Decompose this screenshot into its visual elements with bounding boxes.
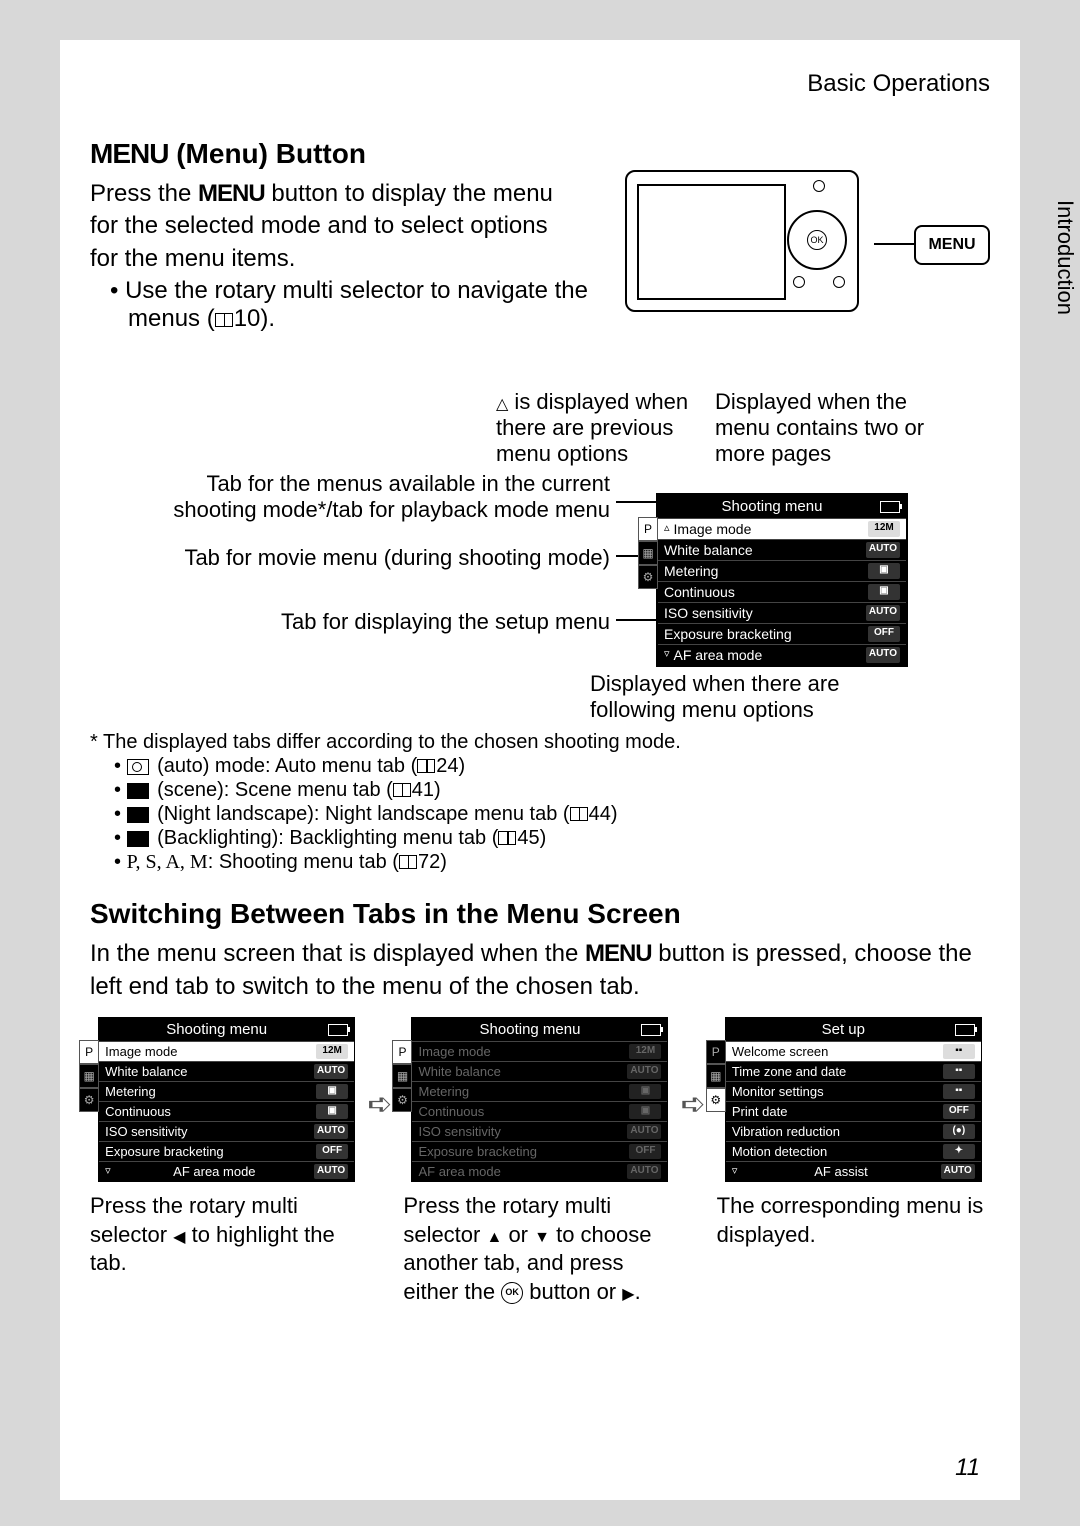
camera-mode-icon — [127, 759, 149, 775]
step-1: P ▦ ⚙ Shooting menu Image mode12M White … — [90, 1017, 363, 1278]
book-icon — [215, 313, 233, 327]
menu-tab-setup: ⚙ — [638, 565, 658, 589]
menu-row: ▵Image mode12M — [658, 518, 906, 539]
step-2: ➪ P ▦ ⚙ Shooting menu Image mode12M Whit… — [403, 1017, 676, 1306]
breadcrumb: Basic Operations — [90, 70, 990, 98]
arrow-icon: ➪ — [367, 1087, 392, 1122]
menu-window-main: P ▦ ⚙ Shooting menu ▵Image mode12M White… — [656, 493, 908, 667]
scene-mode-icon — [127, 783, 149, 799]
camera-body-outline — [625, 170, 859, 312]
annotated-menu-figure: △ is displayed when there are previous m… — [90, 393, 990, 713]
mode-bullet: (scene): Scene menu tab (41) — [128, 779, 990, 802]
ok-icon: OK — [501, 1282, 523, 1304]
callout-line — [874, 243, 918, 245]
backlight-mode-icon — [127, 831, 149, 847]
anno-follow: Displayed when there are following menu … — [590, 671, 890, 723]
camera-button-bottom — [833, 276, 845, 288]
menu-side-tabs: P ▦ ⚙ — [79, 1040, 99, 1112]
mini-menu-3: P ▦ ⚙ Set up Welcome screen▪▪ Time zone … — [725, 1017, 982, 1182]
anno-tab-shoot: Tab for the menus available in the curre… — [150, 471, 610, 523]
menu-row: White balanceAUTO — [658, 539, 906, 560]
step1-caption: Press the rotary multi selector ◀ to hig… — [90, 1192, 363, 1278]
menu-row: Exposure bracketingOFF — [658, 623, 906, 644]
menu-row: ▿AF area modeAUTO — [658, 644, 906, 665]
anno-prev: △ is displayed when there are previous m… — [496, 389, 706, 467]
battery-icon — [880, 501, 900, 513]
anno-pages: Displayed when the menu contains two or … — [715, 389, 945, 467]
intro-paragraph: Press the MENU button to display the men… — [90, 178, 580, 275]
step2-caption: Press the rotary multi selector ▲ or ▼ t… — [403, 1192, 676, 1306]
mode-bullet: (auto) mode: Auto menu tab (24) — [128, 755, 990, 778]
section-switching-tabs-title: Switching Between Tabs in the Menu Scree… — [90, 898, 990, 930]
camera-diagram: MENU — [625, 170, 990, 310]
rotary-selector — [787, 210, 847, 270]
menu-row: Metering▣ — [658, 560, 906, 581]
camera-button-top — [813, 180, 825, 192]
page-number: 11 — [955, 1454, 980, 1482]
step-3: ➪ P ▦ ⚙ Set up Welcome screen▪▪ Time zon… — [717, 1017, 990, 1249]
menu-title-bar: Shooting menu — [658, 495, 906, 518]
arrow-icon: ➪ — [681, 1087, 706, 1122]
mode-bullet: (Backlighting): Backlighting menu tab (4… — [128, 827, 990, 850]
footnote-lead: * The displayed tabs differ according to… — [104, 731, 990, 754]
section2-intro: In the menu screen that is displayed whe… — [90, 938, 990, 1003]
step3-caption: The corresponding menu is displayed. — [717, 1192, 990, 1249]
camera-button-bottom2 — [793, 276, 805, 288]
side-tab-label: Introduction — [1052, 200, 1078, 315]
title-rest: (Menu) Button — [168, 138, 366, 169]
anno-tab-movie: Tab for movie menu (during shooting mode… — [150, 545, 610, 571]
mode-bullet: (Night landscape): Night landscape menu … — [128, 803, 990, 826]
menu-row: Continuous▣ — [658, 581, 906, 602]
mini-menu-2: P ▦ ⚙ Shooting menu Image mode12M White … — [411, 1017, 668, 1182]
mini-menu-1: P ▦ ⚙ Shooting menu Image mode12M White … — [98, 1017, 355, 1182]
camera-screen — [637, 184, 786, 300]
mode-bullet: P, S, A, M: Shooting menu tab (72) — [128, 851, 990, 874]
menu-glyph: MENU — [90, 138, 168, 169]
steps-row: P ▦ ⚙ Shooting menu Image mode12M White … — [90, 1017, 990, 1306]
menu-row: ISO sensitivityAUTO — [658, 602, 906, 623]
menu-button-callout: MENU — [914, 225, 990, 265]
menu-tab-movie: ▦ — [638, 541, 658, 565]
menu-side-tabs: P ▦ ⚙ — [638, 517, 658, 589]
section-menu-button-title: MENU (Menu) Button — [90, 138, 990, 170]
night-mode-icon — [127, 807, 149, 823]
anno-tab-setup: Tab for displaying the setup menu — [230, 609, 610, 635]
menu-tab-p: P — [638, 517, 658, 541]
bullet-rotary: Use the rotary multi selector to navigat… — [110, 277, 608, 333]
